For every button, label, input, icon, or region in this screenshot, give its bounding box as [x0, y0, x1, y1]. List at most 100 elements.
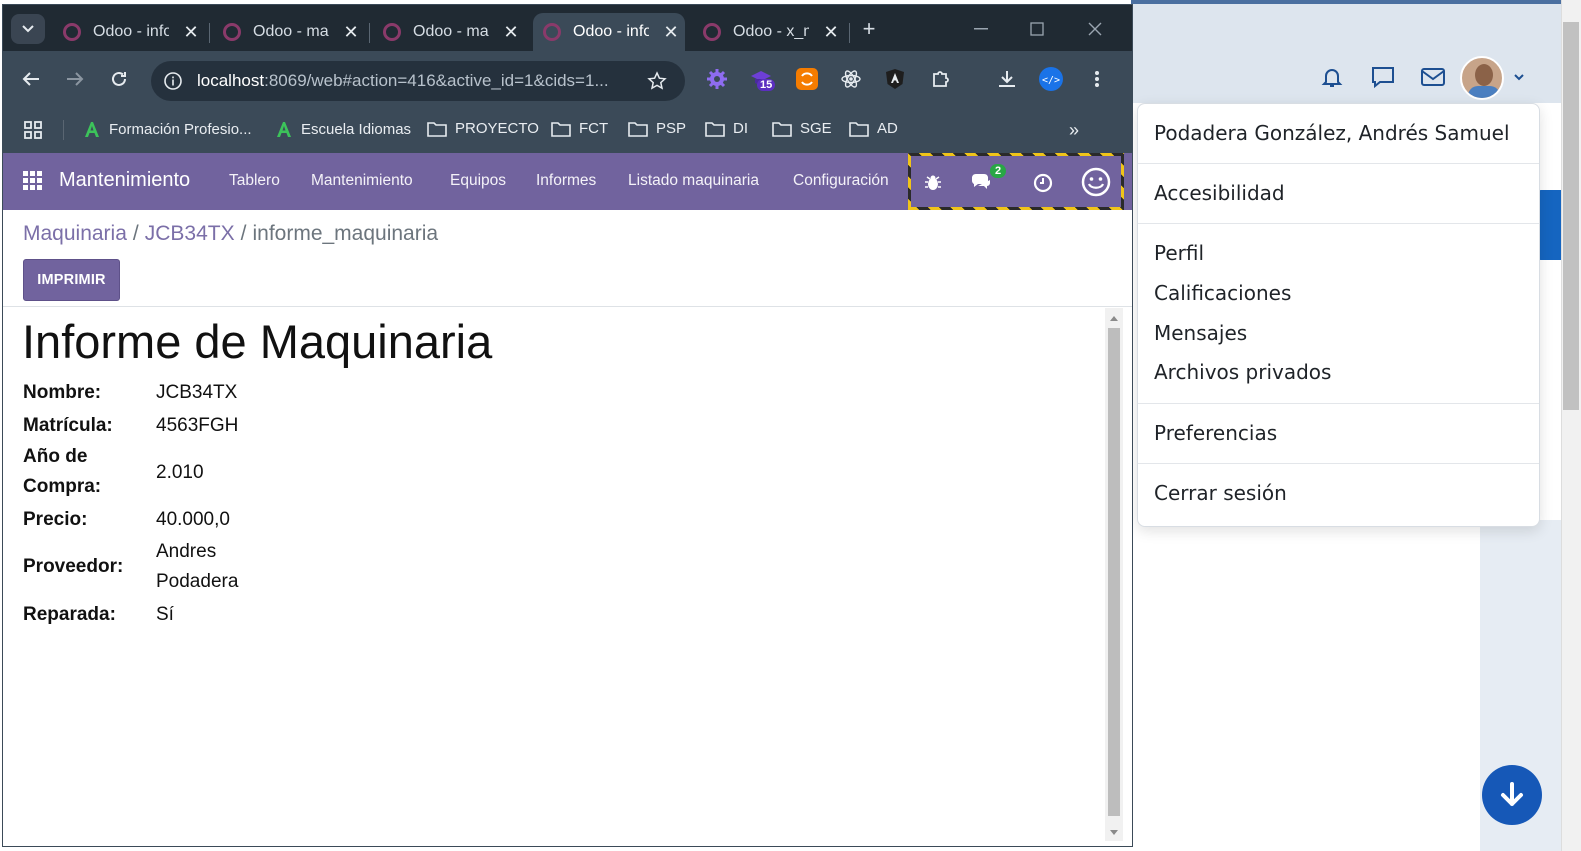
browser-tab[interactable]: Odoo - x_m ✕ — [693, 13, 849, 51]
nav-informes[interactable]: Informes — [536, 172, 596, 190]
tab-search-button[interactable] — [11, 14, 45, 44]
address-bar[interactable]: localhost:8069/web#action=416&active_id=… — [151, 61, 685, 101]
app-name[interactable]: Mantenimiento — [59, 169, 190, 192]
bookmark-star-icon — [647, 71, 667, 90]
menu-item-mensajes[interactable]: Mensajes — [1154, 321, 1247, 345]
apps-grid-icon[interactable] — [23, 120, 43, 140]
menu-item-archivos-privados[interactable]: Archivos privados — [1154, 360, 1331, 384]
code-profile-icon[interactable]: </> — [1037, 65, 1065, 93]
bookmark-label: SGE — [800, 120, 832, 137]
tab-separator — [209, 23, 210, 43]
menu-item-cerrar-sesion[interactable]: Cerrar sesión — [1154, 481, 1287, 505]
bookmark-separator — [63, 120, 64, 140]
breadcrumb-maquinaria[interactable]: Maquinaria — [23, 222, 127, 245]
new-tab-icon[interactable]: + — [857, 16, 881, 41]
bug-debug-icon[interactable] — [920, 170, 946, 196]
clock-activity-icon[interactable] — [1030, 170, 1056, 196]
bookmark-folder[interactable]: FCT — [551, 120, 608, 137]
bookmark-folder[interactable]: PSP — [628, 120, 686, 137]
back-icon[interactable] — [17, 65, 45, 93]
systray: 2 — [908, 153, 1124, 210]
scroll-down-button[interactable] — [1482, 765, 1542, 825]
close-tab-icon[interactable]: ✕ — [181, 22, 201, 43]
bell-icon[interactable] — [1317, 62, 1347, 92]
browser-toolbar: localhost:8069/web#action=416&active_id=… — [3, 51, 1132, 107]
gear-extension-icon[interactable] — [703, 65, 731, 93]
download-icon[interactable] — [993, 65, 1021, 93]
user-smiley-avatar-icon[interactable] — [1080, 166, 1112, 198]
bookmark-folder[interactable]: SGE — [772, 120, 832, 137]
menu-item-calificaciones[interactable]: Calificaciones — [1154, 281, 1291, 305]
folder-icon — [628, 121, 648, 137]
breadcrumb-record[interactable]: JCB34TX — [145, 222, 235, 245]
react-extension-icon[interactable] — [837, 65, 865, 93]
close-tab-icon[interactable]: ✕ — [821, 22, 841, 43]
apps-menu-icon[interactable] — [23, 171, 45, 193]
bookmark-label: Formación Profesio... — [109, 120, 252, 138]
breadcrumb: Maquinaria / JCB34TX / informe_maquinaria — [23, 222, 438, 246]
odoo-favicon-icon — [63, 23, 81, 41]
bookmark-folder[interactable]: AD — [849, 120, 898, 137]
sync-extension-icon[interactable] — [793, 65, 821, 93]
close-tab-icon[interactable]: ✕ — [501, 22, 521, 43]
user-dropdown-menu: Podadera González, Andrés Samuel Accesib… — [1137, 103, 1540, 527]
puzzle-extensions-icon[interactable] — [927, 65, 955, 93]
user-avatar[interactable] — [1460, 56, 1504, 100]
browser-tab[interactable]: Odoo - info ✕ — [53, 13, 209, 51]
nav-equipos[interactable]: Equipos — [450, 172, 506, 190]
kebab-menu-icon[interactable] — [1083, 65, 1111, 93]
bookmark-item[interactable]: Escuela Idiomas — [275, 120, 411, 138]
reload-icon[interactable] — [105, 65, 133, 93]
scroll-down-arrow-icon — [1110, 830, 1118, 835]
close-window-icon[interactable] — [1083, 17, 1107, 41]
breadcrumb-separator: / — [132, 222, 139, 245]
chat-icon[interactable] — [1368, 62, 1398, 92]
more-bookmarks-icon[interactable]: » — [1069, 120, 1079, 141]
folder-icon — [551, 121, 571, 137]
field-label-reparada: Reparada: — [23, 604, 116, 625]
nav-listado-maquinaria[interactable]: Listado maquinaria — [628, 172, 759, 190]
url-path: :8069/web#action=416&active_id=1&cids=1.… — [264, 71, 609, 90]
minimize-icon[interactable] — [969, 17, 993, 41]
tab-title: Odoo - ma — [253, 23, 329, 40]
angular-extension-icon[interactable] — [881, 65, 909, 93]
close-tab-icon[interactable]: ✕ — [661, 22, 681, 43]
field-label-ano-compra: Año de Compra: — [23, 446, 102, 497]
tab-title: Odoo - info — [93, 23, 169, 40]
bookmark-folder[interactable]: PROYECTO — [427, 120, 539, 137]
nav-tablero[interactable]: Tablero — [229, 172, 280, 190]
print-button[interactable]: IMPRIMIR — [23, 259, 120, 301]
report-scrollbar[interactable] — [1105, 308, 1123, 841]
field-label-matricula: Matrícula: — [23, 415, 113, 436]
mail-icon[interactable] — [1418, 62, 1448, 92]
browser-tab[interactable]: Odoo - ma ✕ — [373, 13, 529, 51]
page-scrollbar-thumb[interactable] — [1563, 22, 1579, 410]
bookmark-item[interactable]: Formación Profesio... — [83, 120, 252, 138]
bookmark-folder[interactable]: DI — [705, 120, 748, 137]
tab-title: Odoo - info — [573, 23, 649, 40]
menu-item-perfil[interactable]: Perfil — [1154, 241, 1204, 265]
breadcrumb-separator: / — [240, 222, 247, 245]
tab-strip: Odoo - info ✕ Odoo - ma ✕ Odoo - ma ✕ Od… — [3, 5, 1132, 51]
browser-tab[interactable]: Odoo - ma ✕ — [213, 13, 369, 51]
bookmark-label: AD — [877, 120, 898, 137]
report-preview: Informe de Maquinaria Nombre: JCB34TX Ma… — [3, 308, 1103, 846]
menu-item-preferencias[interactable]: Preferencias — [1154, 421, 1277, 445]
nav-mantenimiento[interactable]: Mantenimiento — [311, 172, 413, 190]
menu-item-accesibilidad[interactable]: Accesibilidad — [1154, 181, 1285, 205]
close-tab-icon[interactable]: ✕ — [341, 22, 361, 43]
extension-badge: 15 — [757, 79, 776, 91]
odoo-favicon-icon — [543, 23, 561, 41]
bookmarks-bar: Formación Profesio... Escuela Idiomas PR… — [3, 107, 1132, 153]
chevron-down-icon[interactable] — [1512, 70, 1526, 84]
report-scrollbar-thumb[interactable] — [1108, 328, 1120, 816]
menu-divider — [1138, 403, 1539, 404]
chevron-down-icon — [22, 25, 34, 33]
nav-configuracion[interactable]: Configuración — [793, 172, 889, 190]
report-title: Informe de Maquinaria — [22, 315, 493, 368]
browser-tab-active[interactable]: Odoo - info ✕ — [533, 13, 685, 51]
field-label-nombre: Nombre: — [23, 382, 102, 403]
forward-icon[interactable] — [61, 65, 89, 93]
graduation-cap-extension-icon[interactable]: 15 — [747, 65, 776, 93]
maximize-icon[interactable] — [1025, 17, 1049, 41]
